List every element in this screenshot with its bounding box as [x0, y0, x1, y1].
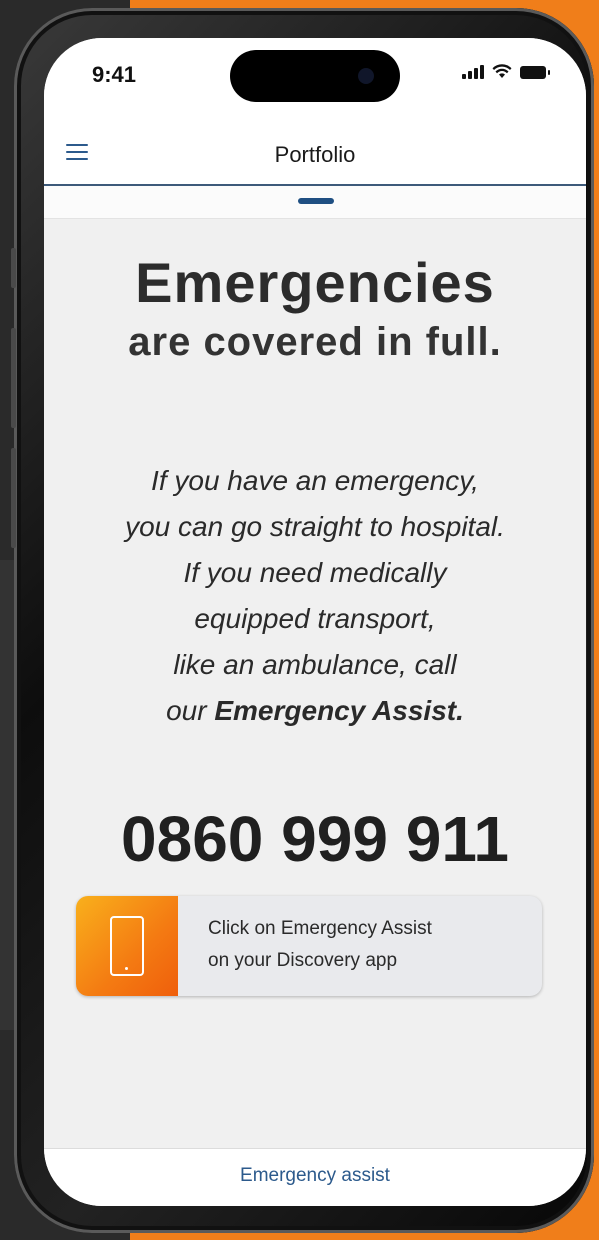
- app-bar: Portfolio: [44, 130, 586, 186]
- front-camera: [358, 68, 374, 84]
- emergency-phone-number[interactable]: 0860 999 911: [44, 802, 586, 876]
- body-line: like an ambulance, call: [173, 649, 457, 680]
- cta-text-line1: Click on Emergency Assist: [208, 918, 432, 939]
- status-icons: [462, 64, 550, 79]
- sheet-header: [44, 186, 586, 219]
- cta-text-line2: on your Discovery app: [208, 950, 398, 971]
- emergency-assist-card[interactable]: Click on Emergency Assist on your Discov…: [76, 896, 542, 996]
- emergency-assist-emphasis: Emergency Assist.: [214, 695, 464, 726]
- subheadline: are covered in full.: [128, 320, 502, 364]
- body-line: If you need medically: [183, 557, 447, 588]
- volume-down-button: [11, 448, 16, 548]
- smartphone-icon: [110, 916, 144, 976]
- volume-up-button: [11, 328, 16, 428]
- status-time: 9:41: [92, 62, 137, 87]
- body-prefix: our: [166, 695, 215, 726]
- dynamic-island: [230, 50, 400, 102]
- wifi-icon: [492, 64, 512, 78]
- body-line: equipped transport,: [194, 603, 436, 634]
- emergency-assist-link[interactable]: Emergency assist: [44, 1165, 586, 1187]
- status-bar: 9:41: [44, 38, 586, 130]
- headline: Emergencies: [135, 251, 495, 314]
- drag-handle[interactable]: [298, 198, 334, 204]
- body-line: you can go straight to hospital.: [125, 511, 505, 542]
- battery-icon: [520, 66, 550, 79]
- cellular-signal-icon: [462, 65, 484, 79]
- cta-icon-box: [76, 896, 178, 996]
- mute-switch: [11, 248, 16, 288]
- body-line: If you have an emergency,: [151, 465, 479, 496]
- body-line-last: our Emergency Assist.: [44, 688, 586, 734]
- bottom-bar: Emergency assist: [44, 1148, 586, 1206]
- page-title: Portfolio: [274, 142, 356, 167]
- body-text: If you have an emergency, you can go str…: [44, 458, 586, 734]
- phone-screen: 9:41 Portfolio Emergencies are covered i…: [44, 38, 586, 1206]
